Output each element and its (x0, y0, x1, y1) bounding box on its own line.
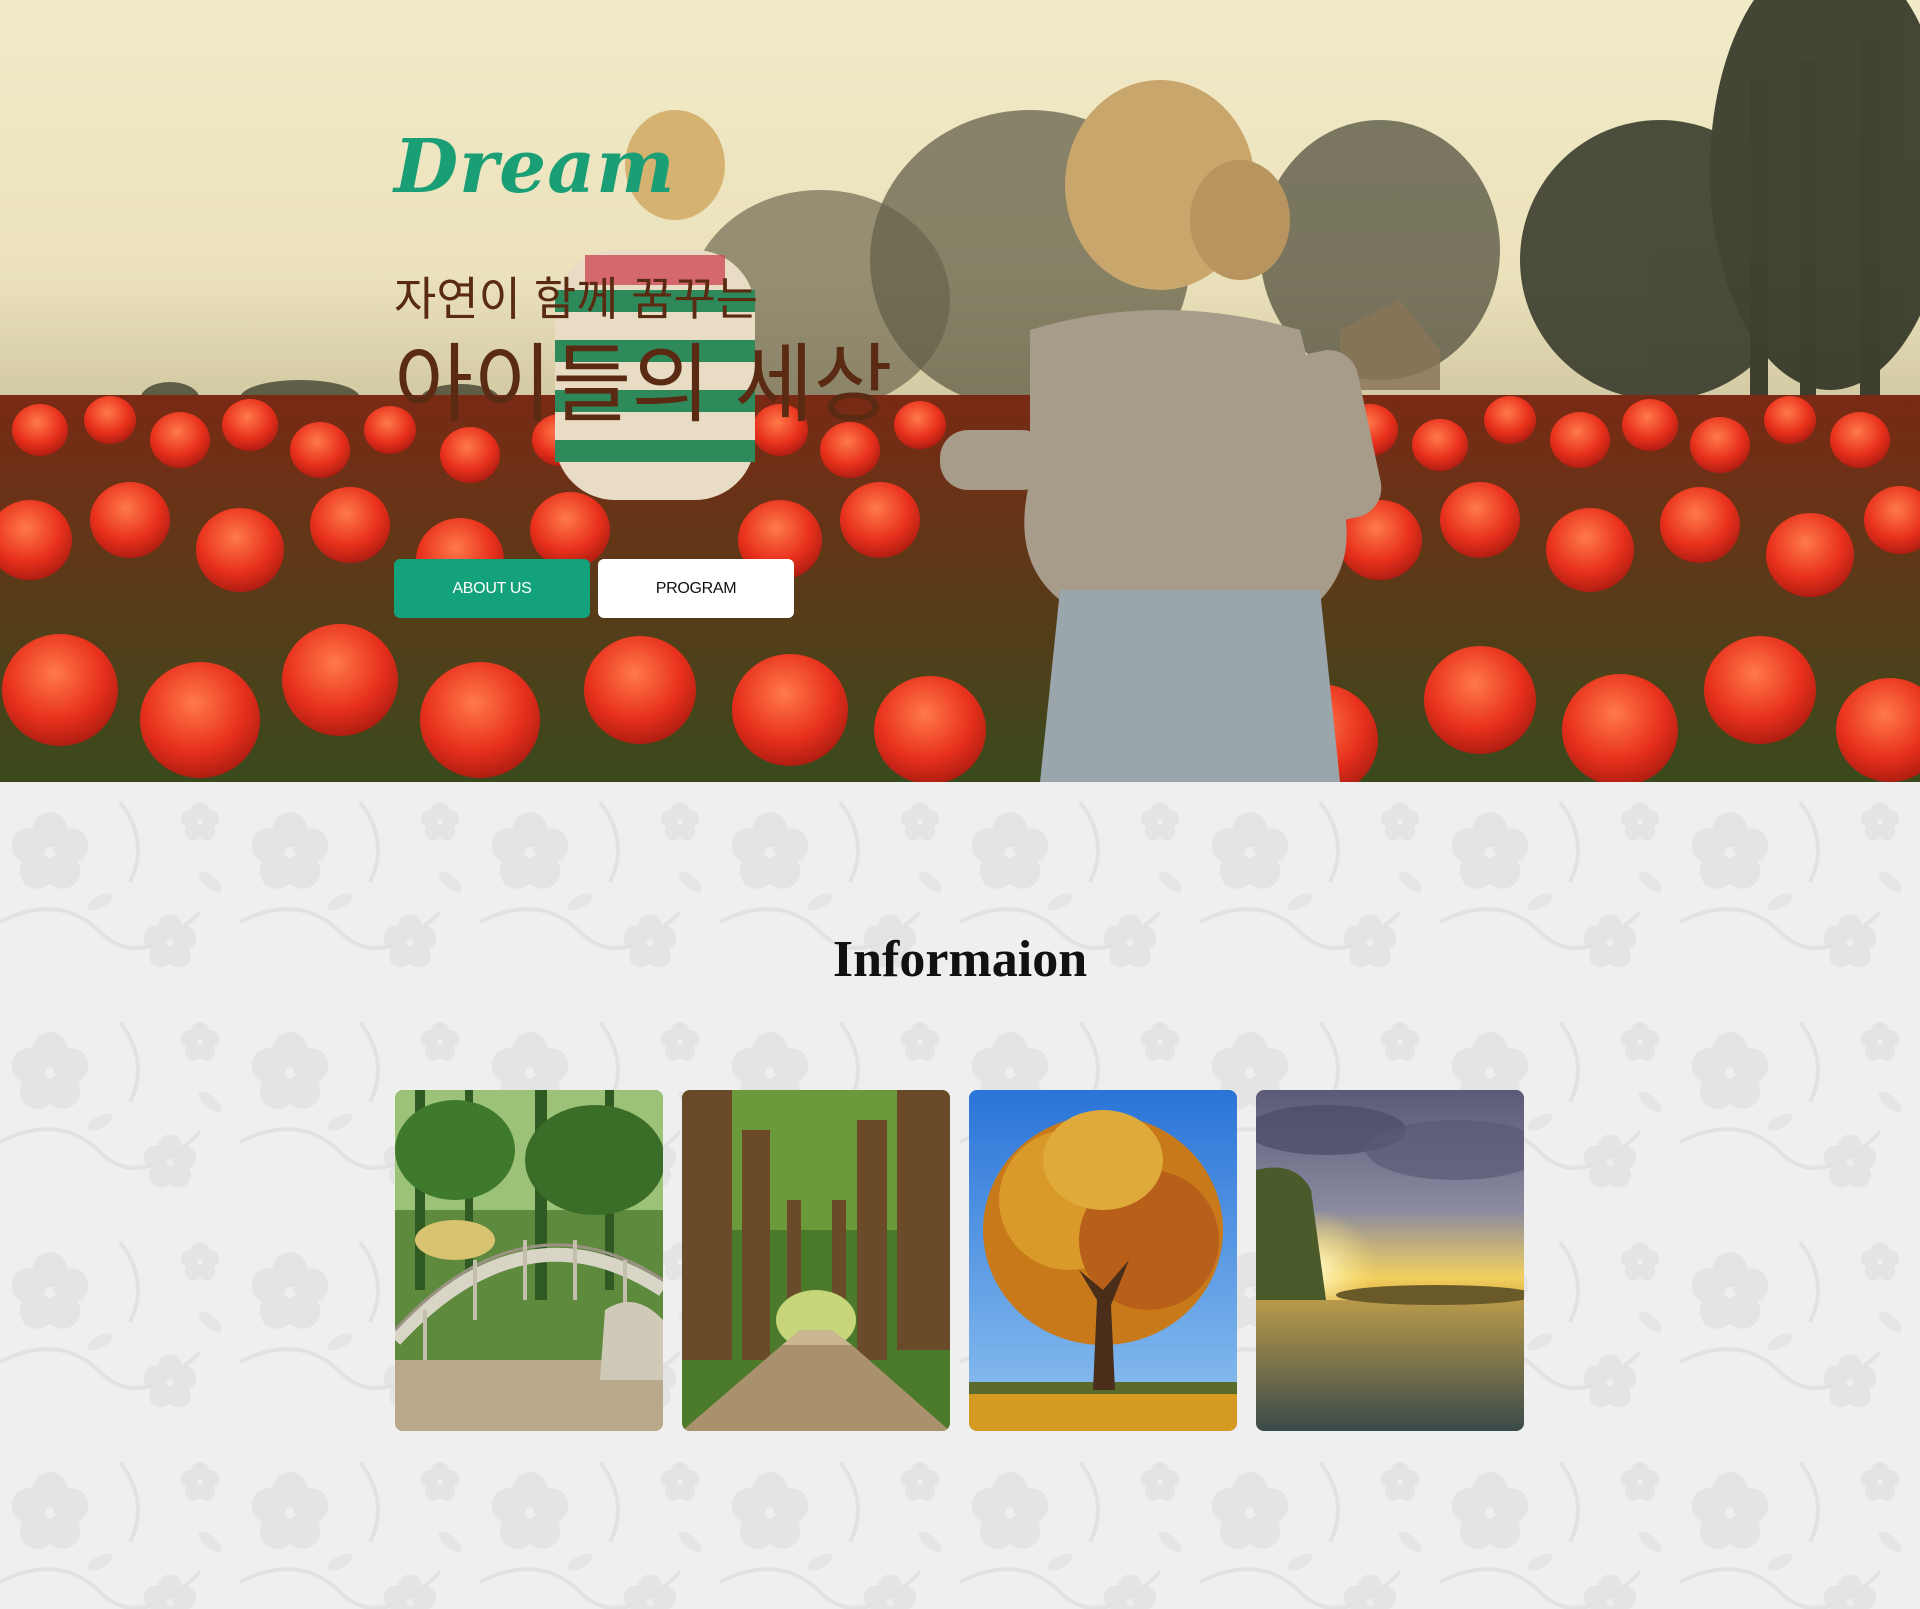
program-button[interactable]: PROGRAM (598, 559, 794, 618)
dream-logo[interactable]: Dream (394, 130, 893, 204)
hero-content: Dream 자연이 함께 꿈꾸는 아이들의 세상 (394, 130, 893, 428)
info-card-forest-path[interactable] (682, 1090, 950, 1431)
hero-tagline-big: 아이들의 세상 (394, 337, 893, 433)
garden-bridge-photo (395, 1090, 663, 1431)
info-card-autumn-tree[interactable] (969, 1090, 1237, 1431)
forest-path-photo (682, 1090, 950, 1431)
info-card-garden-bridge[interactable] (395, 1090, 663, 1431)
hero-tagline-small: 자연이 함께 꿈꾸는 (394, 273, 759, 325)
hero-photo-children-tulip-field (0, 0, 1920, 782)
info-card-list (395, 1090, 1524, 1431)
info-card-sunset-river[interactable] (1256, 1090, 1524, 1431)
sunset-river-photo (1256, 1090, 1524, 1431)
about-us-button[interactable]: ABOUT US (394, 559, 590, 618)
information-section: Informaion (0, 782, 1920, 1609)
information-title: Informaion (832, 931, 1088, 988)
autumn-tree-photo (969, 1090, 1237, 1431)
hero-banner: Dream 자연이 함께 꿈꾸는 아이들의 세상 ABOUT US PROGRA… (0, 0, 1920, 782)
